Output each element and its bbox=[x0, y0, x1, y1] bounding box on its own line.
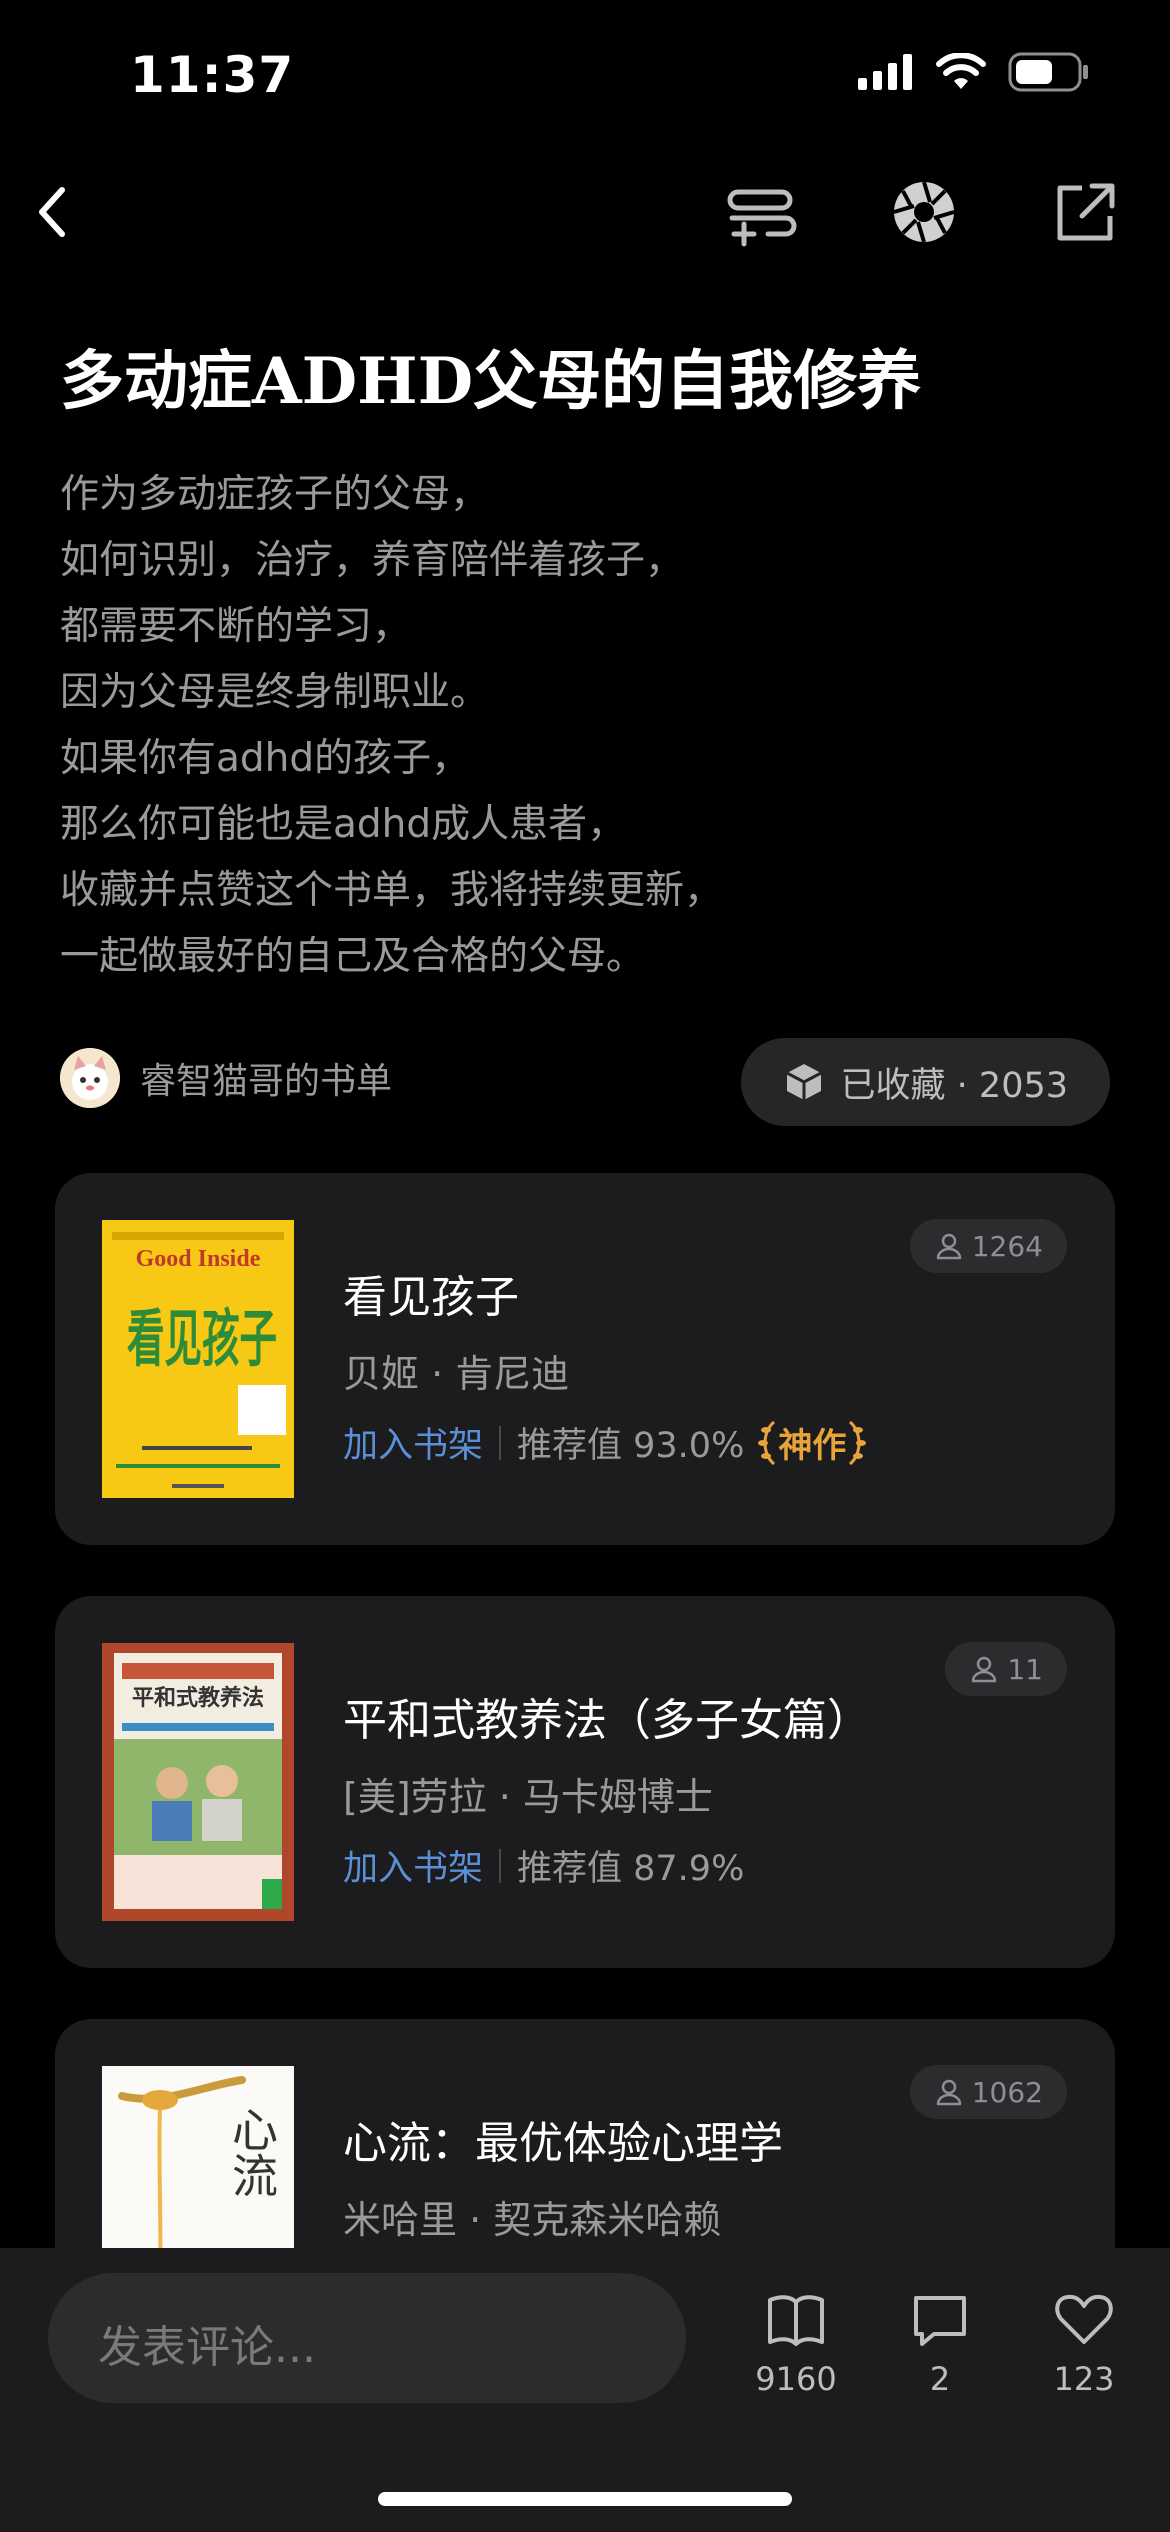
read-count: 9160 bbox=[755, 2360, 837, 2398]
readers-badge: 11 bbox=[945, 1642, 1067, 1696]
laurel-left-icon bbox=[758, 1420, 776, 1465]
booklist-description: 作为多动症孩子的父母， 如何识别，治疗，养育陪伴着孩子， 都需要不断的学习， 因… bbox=[60, 462, 1100, 990]
description-line: 一起做最好的自己及合格的父母。 bbox=[60, 934, 646, 979]
recommend-score: 推荐值 93.0% bbox=[517, 1426, 745, 1466]
book-cover[interactable]: 平和式教养法 bbox=[102, 1643, 294, 1921]
page-title: 多动症ADHD父母的自我修养 bbox=[60, 344, 922, 419]
add-list-icon bbox=[727, 189, 797, 247]
comment-icon bbox=[914, 2296, 966, 2346]
like-count: 123 bbox=[1053, 2360, 1115, 2398]
wifi-icon bbox=[936, 53, 986, 89]
like-button[interactable]: 123 bbox=[1024, 2288, 1144, 2398]
readers-count: 11 bbox=[1007, 1652, 1043, 1686]
share-button[interactable] bbox=[1046, 172, 1126, 252]
status-bar: 11:37 bbox=[0, 0, 1170, 150]
person-icon bbox=[972, 1656, 997, 1683]
description-line: 都需要不断的学习， bbox=[60, 604, 412, 649]
book-card[interactable]: Good Inside 看见孩子 1264 看见孩子 贝姬 · 肯尼迪 加入书架… bbox=[55, 1173, 1115, 1545]
description-line: 因为父母是终身制职业。 bbox=[60, 670, 490, 715]
rating-badge: 神作 bbox=[756, 1418, 868, 1468]
cover-title-text: 心流 bbox=[225, 2106, 279, 2198]
cover-top-text: Good Inside bbox=[136, 1246, 261, 1272]
add-to-list-button[interactable] bbox=[722, 172, 802, 252]
cover-title-text: 平和式教养法 bbox=[132, 1685, 264, 1711]
signal-icon bbox=[858, 54, 912, 90]
book-title[interactable]: 平和式教养法（多子女篇） bbox=[343, 1684, 871, 1748]
comments-button[interactable]: 2 bbox=[880, 2288, 1000, 2398]
read-button[interactable]: 9160 bbox=[736, 2288, 856, 2398]
status-icons bbox=[858, 52, 1090, 92]
avatar[interactable] bbox=[60, 1048, 120, 1108]
battery-icon bbox=[1008, 52, 1088, 92]
add-to-shelf-button[interactable]: 加入书架 bbox=[343, 1417, 483, 1468]
description-line: 作为多动症孩子的父母， bbox=[60, 472, 490, 517]
book-cover-art: 平和式教养法 bbox=[102, 1643, 294, 1921]
book-meta: 加入书架 推荐值 87.9% bbox=[343, 1840, 744, 1891]
description-line: 那么你可能也是adhd成人患者， bbox=[60, 802, 627, 847]
author-row[interactable]: 睿智猫哥的书单 bbox=[60, 1048, 392, 1108]
home-indicator[interactable] bbox=[378, 2492, 792, 2506]
book-title[interactable]: 心流：最优体验心理学 bbox=[343, 2107, 783, 2171]
book-author: 贝姬 · 肯尼迪 bbox=[343, 1352, 570, 1396]
readers-count: 1264 bbox=[971, 1229, 1043, 1263]
recommend-score: 推荐值 87.9% bbox=[517, 1849, 745, 1889]
book-author: 米哈里 · 契克森米哈赖 bbox=[343, 2198, 722, 2242]
back-button[interactable] bbox=[18, 172, 98, 252]
comment-input[interactable]: 发表评论... bbox=[48, 2273, 686, 2403]
shutter-icon bbox=[893, 181, 955, 243]
collect-button[interactable]: 已收藏 · 2053 bbox=[740, 1038, 1110, 1126]
add-to-shelf-button[interactable]: 加入书架 bbox=[343, 1840, 483, 1891]
readers-badge: 1062 bbox=[909, 2065, 1067, 2119]
share-icon bbox=[1057, 183, 1115, 241]
description-line: 收藏并点赞这个书单，我将持续更新， bbox=[60, 868, 724, 913]
divider bbox=[499, 1425, 502, 1460]
rating-badge-label: 神作 bbox=[778, 1426, 847, 1466]
moments-button[interactable] bbox=[884, 172, 964, 252]
cat-avatar-icon bbox=[60, 1048, 120, 1108]
comment-placeholder: 发表评论... bbox=[98, 2322, 316, 2373]
laurel-right-icon bbox=[849, 1420, 867, 1465]
book-author: [美]劳拉 · 马卡姆博士 bbox=[343, 1775, 713, 1819]
cube-icon bbox=[785, 1064, 822, 1100]
status-time: 11:37 bbox=[130, 46, 295, 104]
readers-count: 1062 bbox=[971, 2075, 1043, 2109]
book-cover-art: Good Inside 看见孩子 bbox=[102, 1220, 294, 1498]
description-line: 如果你有adhd的孩子， bbox=[60, 736, 471, 781]
heart-icon bbox=[1055, 2294, 1113, 2344]
book-card[interactable]: 平和式教养法 11 平和式教养法（多子女篇） [美]劳拉 · 马卡姆博士 加入书… bbox=[55, 1596, 1115, 1968]
description-line: 如何识别，治疗，养育陪伴着孩子， bbox=[60, 538, 685, 583]
bottom-bar: 发表评论... 9160 2 123 bbox=[0, 2248, 1170, 2532]
person-icon bbox=[936, 1233, 961, 1260]
back-icon bbox=[39, 187, 65, 237]
person-icon bbox=[936, 2079, 961, 2106]
author-name[interactable]: 睿智猫哥的书单 bbox=[140, 1052, 392, 1104]
book-meta: 加入书架 推荐值 93.0% 神作 bbox=[343, 1417, 868, 1468]
nav-bar bbox=[0, 160, 1170, 270]
book-cover[interactable]: Good Inside 看见孩子 bbox=[102, 1220, 294, 1498]
collect-label: 已收藏 · 2053 bbox=[840, 1065, 1068, 1106]
divider bbox=[499, 1848, 502, 1883]
book-title[interactable]: 看见孩子 bbox=[343, 1261, 519, 1325]
cover-title-text: 看见孩子 bbox=[127, 1302, 277, 1375]
readers-badge: 1264 bbox=[909, 1219, 1067, 1273]
book-icon bbox=[768, 2295, 824, 2346]
comment-count: 2 bbox=[929, 2360, 951, 2398]
